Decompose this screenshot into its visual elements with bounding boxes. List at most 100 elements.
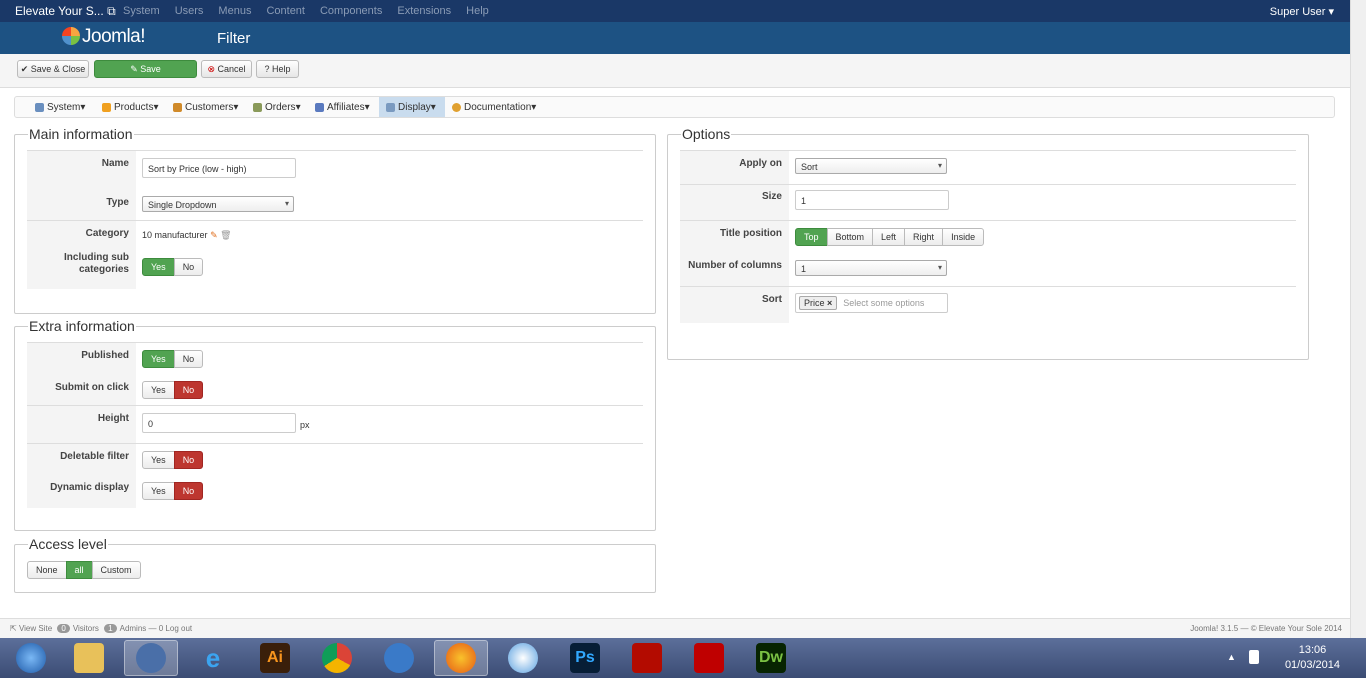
- ie-icon: e: [205, 642, 221, 673]
- delete-icon[interactable]: 🗑: [220, 230, 231, 240]
- category-value: 10 manufacturer ✎ 🗑: [142, 230, 232, 240]
- view-site-link[interactable]: ⇱ View Site: [10, 624, 52, 633]
- tray-arrow-icon[interactable]: ▲: [1227, 652, 1236, 662]
- menu-users[interactable]: Users: [175, 5, 204, 17]
- published-no[interactable]: No: [173, 350, 204, 368]
- menu-menus[interactable]: Menus: [218, 5, 251, 17]
- extra-information-legend: Extra information: [28, 318, 136, 334]
- submenu-affiliates[interactable]: Affiliates ▾: [315, 97, 370, 117]
- submenu-products[interactable]: Products ▾: [102, 97, 159, 117]
- submenu-display[interactable]: Display ▾: [379, 97, 445, 117]
- visitors-label: Visitors: [72, 624, 99, 633]
- affiliates-icon: [315, 102, 324, 112]
- dynamic-toggle[interactable]: Yes No: [142, 482, 204, 500]
- products-icon: [102, 102, 111, 112]
- admin-menu: System Users Menus Content Components Extensi…: [123, 5, 504, 17]
- taskbar-illustrator[interactable]: Ai: [248, 640, 302, 676]
- row-apply: Apply on Size Sort 1: [680, 150, 1296, 221]
- submenu-documentation[interactable]: Documentation ▾: [452, 97, 536, 117]
- taskbar-safari[interactable]: [496, 640, 550, 676]
- label-col: Title position Number of columns: [680, 221, 789, 287]
- access-all[interactable]: all: [65, 561, 93, 579]
- menu-system[interactable]: System: [123, 5, 160, 17]
- save-close-button[interactable]: ✔ Save & Close: [17, 60, 89, 78]
- taskbar-filezilla[interactable]: [682, 640, 736, 676]
- position-right[interactable]: Right: [904, 228, 944, 246]
- menu-help[interactable]: Help: [466, 5, 489, 17]
- app-icon: [384, 643, 414, 673]
- taskbar-ie[interactable]: e: [186, 640, 240, 676]
- cancel-button[interactable]: ⊗ Cancel: [201, 60, 252, 78]
- tray-device-icon[interactable]: [1249, 650, 1259, 664]
- submenu-system[interactable]: System ▾: [35, 97, 85, 117]
- submenu-orders[interactable]: Orders ▾: [253, 97, 301, 117]
- columns-select[interactable]: 1: [795, 260, 947, 276]
- filezilla-icon: [694, 643, 724, 673]
- submit-no[interactable]: No: [173, 381, 204, 399]
- taskbar-dreamweaver[interactable]: Dw: [744, 640, 798, 676]
- taskbar-acrobat[interactable]: [620, 640, 674, 676]
- position-inside[interactable]: Inside: [942, 228, 985, 246]
- category-label: Category: [85, 228, 129, 239]
- admins-label: Admins: [119, 624, 147, 633]
- access-none[interactable]: None: [27, 561, 67, 579]
- edit-icon[interactable]: ✎: [210, 230, 218, 240]
- deletable-no[interactable]: No: [173, 451, 204, 469]
- published-toggle[interactable]: Yes No: [142, 350, 204, 368]
- subcat-toggle[interactable]: Yes No: [142, 258, 204, 276]
- type-select[interactable]: Single Dropdown: [142, 196, 294, 212]
- apply-select[interactable]: Sort: [795, 158, 947, 174]
- taskbar-photoshop[interactable]: Ps: [558, 640, 612, 676]
- sort-placeholder: Select some options: [843, 298, 925, 308]
- taskbar-app[interactable]: [372, 640, 426, 676]
- logout-link[interactable]: 0 Log out: [159, 624, 192, 633]
- user-menu[interactable]: Super User ▾: [1270, 5, 1334, 18]
- subcat-yes[interactable]: Yes: [142, 258, 175, 276]
- vertical-scrollbar[interactable]: [1350, 0, 1366, 638]
- divider: [680, 184, 1296, 185]
- row-title-position: Title position Number of columns Top Botto…: [680, 220, 1296, 287]
- submenu-customers[interactable]: Customers ▾: [173, 97, 238, 117]
- menu-components[interactable]: Components: [320, 5, 382, 17]
- menu-extensions[interactable]: Extensions: [397, 5, 451, 17]
- start-button[interactable]: [4, 640, 58, 676]
- taskbar-firefox[interactable]: [434, 640, 488, 676]
- save-button[interactable]: ✎ Save: [94, 60, 197, 78]
- mail-icon: [136, 643, 166, 673]
- type-label: Type: [106, 197, 129, 208]
- height-input[interactable]: 0: [142, 413, 296, 433]
- access-toggle[interactable]: None all Custom: [27, 561, 141, 579]
- published-yes[interactable]: Yes: [142, 350, 175, 368]
- deletable-toggle[interactable]: Yes No: [142, 451, 204, 469]
- menu-content[interactable]: Content: [266, 5, 305, 17]
- subcat-no[interactable]: No: [173, 258, 204, 276]
- taskbar-explorer[interactable]: [62, 640, 116, 676]
- position-top[interactable]: Top: [795, 228, 828, 246]
- title-position-toggle[interactable]: Top Bottom Left Right Inside: [795, 228, 985, 246]
- access-custom[interactable]: Custom: [91, 561, 141, 579]
- help-button[interactable]: ? Help: [256, 60, 299, 78]
- position-bottom[interactable]: Bottom: [826, 228, 874, 246]
- submit-toggle[interactable]: Yes No: [142, 381, 204, 399]
- safari-icon: [508, 643, 538, 673]
- deletable-yes[interactable]: Yes: [142, 451, 175, 469]
- status-bar: ⇱ View Site 0 Visitors 1 Admins — 0 Log ou…: [0, 618, 1350, 638]
- site-name-link[interactable]: Elevate Your S... ⧉: [0, 4, 123, 19]
- options-legend: Options: [681, 126, 732, 142]
- taskbar-chrome[interactable]: [310, 640, 364, 676]
- cancel-icon: ⊗: [207, 63, 215, 74]
- remove-tag-icon[interactable]: ×: [827, 298, 832, 308]
- sort-multiselect[interactable]: Price × Select some options: [795, 293, 948, 313]
- dynamic-label: Dynamic display: [50, 482, 129, 493]
- dynamic-yes[interactable]: Yes: [142, 482, 175, 500]
- size-input[interactable]: 1: [795, 190, 949, 210]
- name-input[interactable]: Sort by Price (low - high): [142, 158, 296, 178]
- clock-date: 01/03/2014: [1284, 659, 1340, 671]
- system-clock[interactable]: 13:06 01/03/2014: [1285, 643, 1340, 673]
- dynamic-no[interactable]: No: [173, 482, 204, 500]
- position-left[interactable]: Left: [872, 228, 906, 246]
- display-icon: [386, 102, 395, 112]
- submit-yes[interactable]: Yes: [142, 381, 175, 399]
- windows-logo-icon: [16, 643, 46, 673]
- taskbar-thunderbird[interactable]: [124, 640, 178, 676]
